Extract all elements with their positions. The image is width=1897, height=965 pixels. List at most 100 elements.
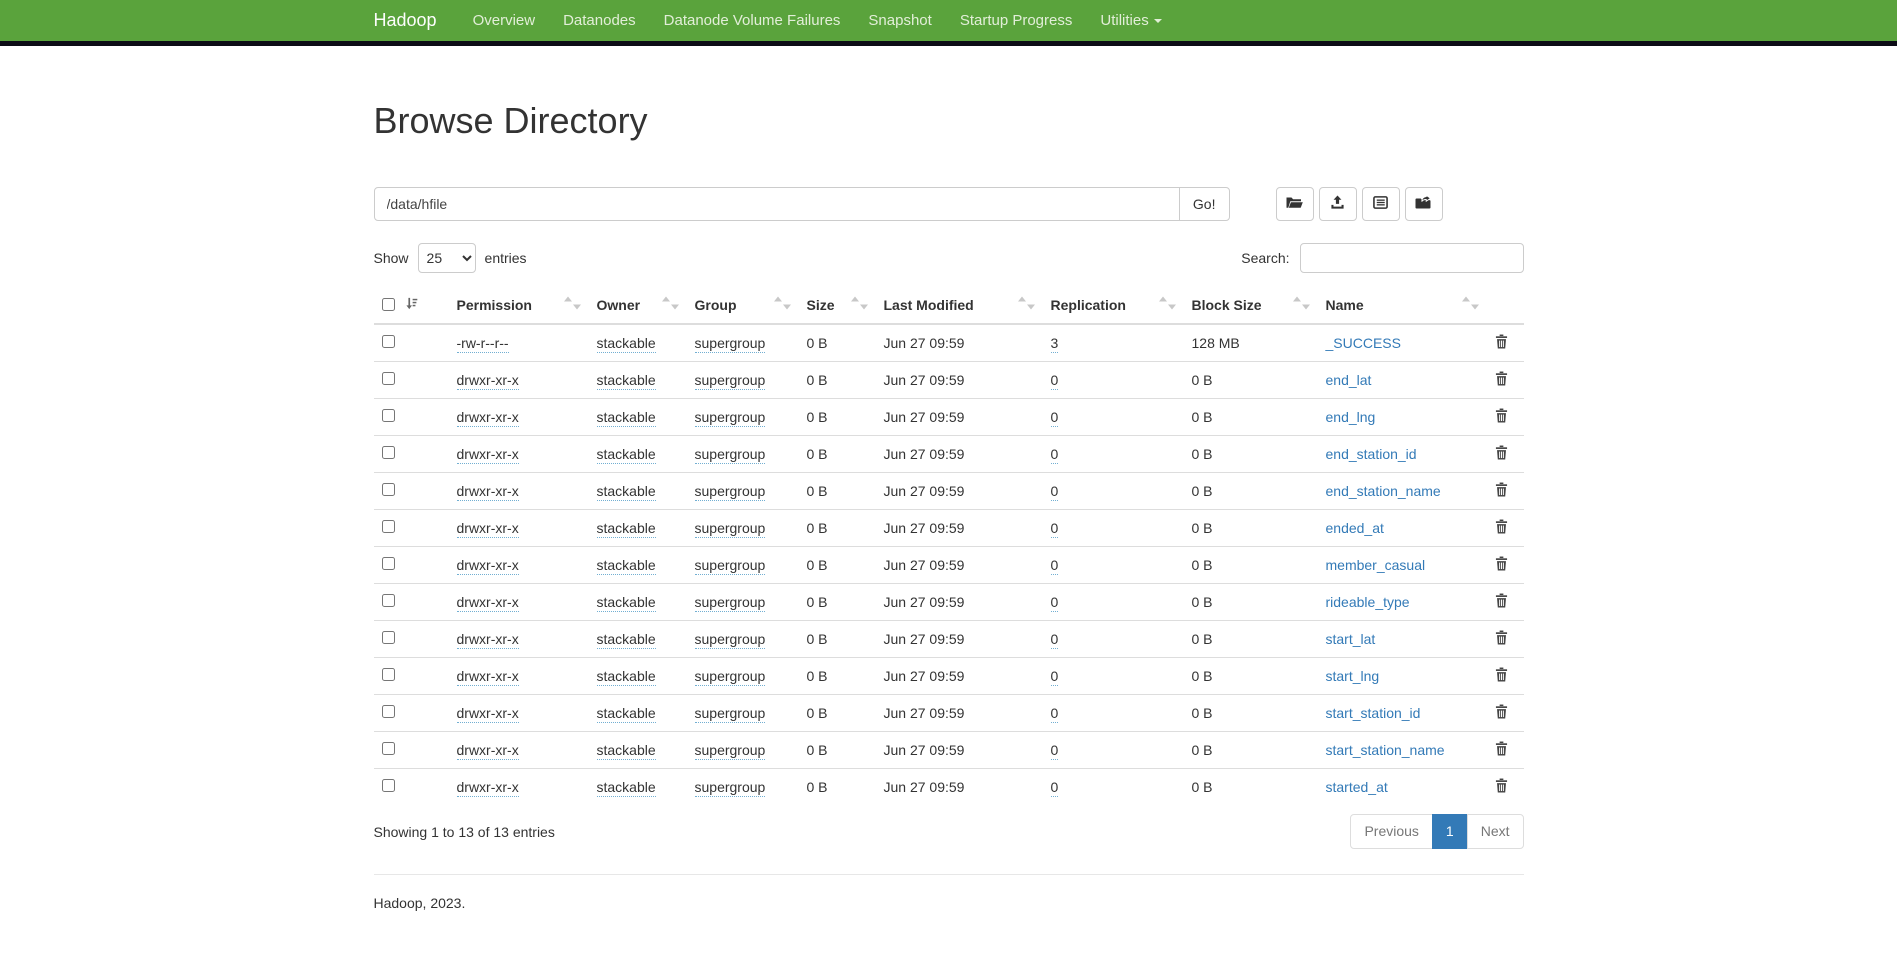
nav-item-snapshot[interactable]: Snapshot bbox=[854, 12, 945, 29]
header-block-size[interactable]: Block Size bbox=[1184, 287, 1318, 324]
group-value[interactable]: supergroup bbox=[695, 594, 766, 612]
move-folder-button[interactable] bbox=[1405, 187, 1443, 221]
trash-icon[interactable] bbox=[1495, 556, 1508, 574]
group-value[interactable]: supergroup bbox=[695, 520, 766, 538]
row-checkbox[interactable] bbox=[382, 557, 395, 570]
permission-value[interactable]: -rw-r--r-- bbox=[457, 335, 509, 353]
header-owner[interactable]: Owner bbox=[589, 287, 687, 324]
permission-value[interactable]: drwxr-xr-x bbox=[457, 372, 519, 390]
replication-value[interactable]: 0 bbox=[1051, 631, 1059, 649]
trash-icon[interactable] bbox=[1495, 519, 1508, 537]
group-value[interactable]: supergroup bbox=[695, 335, 766, 353]
header-name[interactable]: Name bbox=[1318, 287, 1487, 324]
replication-value[interactable]: 0 bbox=[1051, 557, 1059, 575]
nav-item-overview[interactable]: Overview bbox=[459, 12, 550, 29]
open-folder-button[interactable] bbox=[1276, 187, 1314, 221]
file-name-link[interactable]: ended_at bbox=[1326, 520, 1384, 536]
file-name-link[interactable]: end_lat bbox=[1326, 372, 1372, 388]
owner-value[interactable]: stackable bbox=[597, 520, 656, 538]
nav-item-datanode-volume-failures[interactable]: Datanode Volume Failures bbox=[650, 12, 855, 29]
row-checkbox[interactable] bbox=[382, 705, 395, 718]
trash-icon[interactable] bbox=[1495, 778, 1508, 796]
replication-value[interactable]: 0 bbox=[1051, 779, 1059, 797]
group-value[interactable]: supergroup bbox=[695, 779, 766, 797]
row-checkbox[interactable] bbox=[382, 372, 395, 385]
replication-value[interactable]: 0 bbox=[1051, 668, 1059, 686]
replication-value[interactable]: 0 bbox=[1051, 594, 1059, 612]
row-checkbox[interactable] bbox=[382, 779, 395, 792]
permission-value[interactable]: drwxr-xr-x bbox=[457, 705, 519, 723]
owner-value[interactable]: stackable bbox=[597, 557, 656, 575]
trash-icon[interactable] bbox=[1495, 334, 1508, 352]
permission-value[interactable]: drwxr-xr-x bbox=[457, 446, 519, 464]
replication-value[interactable]: 0 bbox=[1051, 409, 1059, 427]
replication-value[interactable]: 0 bbox=[1051, 742, 1059, 760]
owner-value[interactable]: stackable bbox=[597, 446, 656, 464]
file-name-link[interactable]: _SUCCESS bbox=[1326, 335, 1401, 351]
owner-value[interactable]: stackable bbox=[597, 372, 656, 390]
owner-value[interactable]: stackable bbox=[597, 779, 656, 797]
sort-amount-icon[interactable] bbox=[404, 296, 419, 314]
row-checkbox[interactable] bbox=[382, 409, 395, 422]
file-name-link[interactable]: start_lng bbox=[1326, 668, 1380, 684]
owner-value[interactable]: stackable bbox=[597, 631, 656, 649]
trash-icon[interactable] bbox=[1495, 704, 1508, 722]
row-checkbox[interactable] bbox=[382, 594, 395, 607]
group-value[interactable]: supergroup bbox=[695, 631, 766, 649]
nav-item-utilities[interactable]: Utilities bbox=[1086, 12, 1175, 29]
permission-value[interactable]: drwxr-xr-x bbox=[457, 779, 519, 797]
owner-value[interactable]: stackable bbox=[597, 668, 656, 686]
search-input[interactable] bbox=[1300, 243, 1524, 273]
nav-item-startup-progress[interactable]: Startup Progress bbox=[946, 12, 1087, 29]
file-name-link[interactable]: end_station_id bbox=[1326, 446, 1417, 462]
pagination-page-1[interactable]: 1 bbox=[1432, 814, 1468, 850]
owner-value[interactable]: stackable bbox=[597, 594, 656, 612]
header-size[interactable]: Size bbox=[799, 287, 876, 324]
row-checkbox[interactable] bbox=[382, 335, 395, 348]
group-value[interactable]: supergroup bbox=[695, 742, 766, 760]
permission-value[interactable]: drwxr-xr-x bbox=[457, 483, 519, 501]
file-name-link[interactable]: start_station_name bbox=[1326, 742, 1445, 758]
trash-icon[interactable] bbox=[1495, 593, 1508, 611]
replication-value[interactable]: 0 bbox=[1051, 372, 1059, 390]
go-button[interactable]: Go! bbox=[1179, 187, 1230, 221]
permission-value[interactable]: drwxr-xr-x bbox=[457, 520, 519, 538]
row-checkbox[interactable] bbox=[382, 520, 395, 533]
trash-icon[interactable] bbox=[1495, 445, 1508, 463]
owner-value[interactable]: stackable bbox=[597, 483, 656, 501]
replication-value[interactable]: 3 bbox=[1051, 335, 1059, 353]
upload-file-button[interactable] bbox=[1319, 187, 1357, 221]
file-name-link[interactable]: end_station_name bbox=[1326, 483, 1441, 499]
owner-value[interactable]: stackable bbox=[597, 409, 656, 427]
pagination-next[interactable]: Next bbox=[1467, 814, 1524, 850]
group-value[interactable]: supergroup bbox=[695, 557, 766, 575]
directory-path-input[interactable] bbox=[374, 187, 1180, 221]
replication-value[interactable]: 0 bbox=[1051, 520, 1059, 538]
permission-value[interactable]: drwxr-xr-x bbox=[457, 742, 519, 760]
header-last-modified[interactable]: Last Modified bbox=[876, 287, 1043, 324]
replication-value[interactable]: 0 bbox=[1051, 705, 1059, 723]
trash-icon[interactable] bbox=[1495, 371, 1508, 389]
permission-value[interactable]: drwxr-xr-x bbox=[457, 631, 519, 649]
header-permission[interactable]: Permission bbox=[449, 287, 589, 324]
page-size-select[interactable]: 25 bbox=[418, 243, 476, 273]
file-name-link[interactable]: start_lat bbox=[1326, 631, 1376, 647]
owner-value[interactable]: stackable bbox=[597, 742, 656, 760]
file-name-link[interactable]: member_casual bbox=[1326, 557, 1426, 573]
owner-value[interactable]: stackable bbox=[597, 335, 656, 353]
owner-value[interactable]: stackable bbox=[597, 705, 656, 723]
trash-icon[interactable] bbox=[1495, 630, 1508, 648]
header-group[interactable]: Group bbox=[687, 287, 799, 324]
group-value[interactable]: supergroup bbox=[695, 409, 766, 427]
group-value[interactable]: supergroup bbox=[695, 446, 766, 464]
list-directory-button[interactable] bbox=[1362, 187, 1400, 221]
row-checkbox[interactable] bbox=[382, 446, 395, 459]
permission-value[interactable]: drwxr-xr-x bbox=[457, 594, 519, 612]
trash-icon[interactable] bbox=[1495, 408, 1508, 426]
trash-icon[interactable] bbox=[1495, 667, 1508, 685]
group-value[interactable]: supergroup bbox=[695, 372, 766, 390]
permission-value[interactable]: drwxr-xr-x bbox=[457, 668, 519, 686]
header-replication[interactable]: Replication bbox=[1043, 287, 1184, 324]
file-name-link[interactable]: end_lng bbox=[1326, 409, 1376, 425]
file-name-link[interactable]: rideable_type bbox=[1326, 594, 1410, 610]
